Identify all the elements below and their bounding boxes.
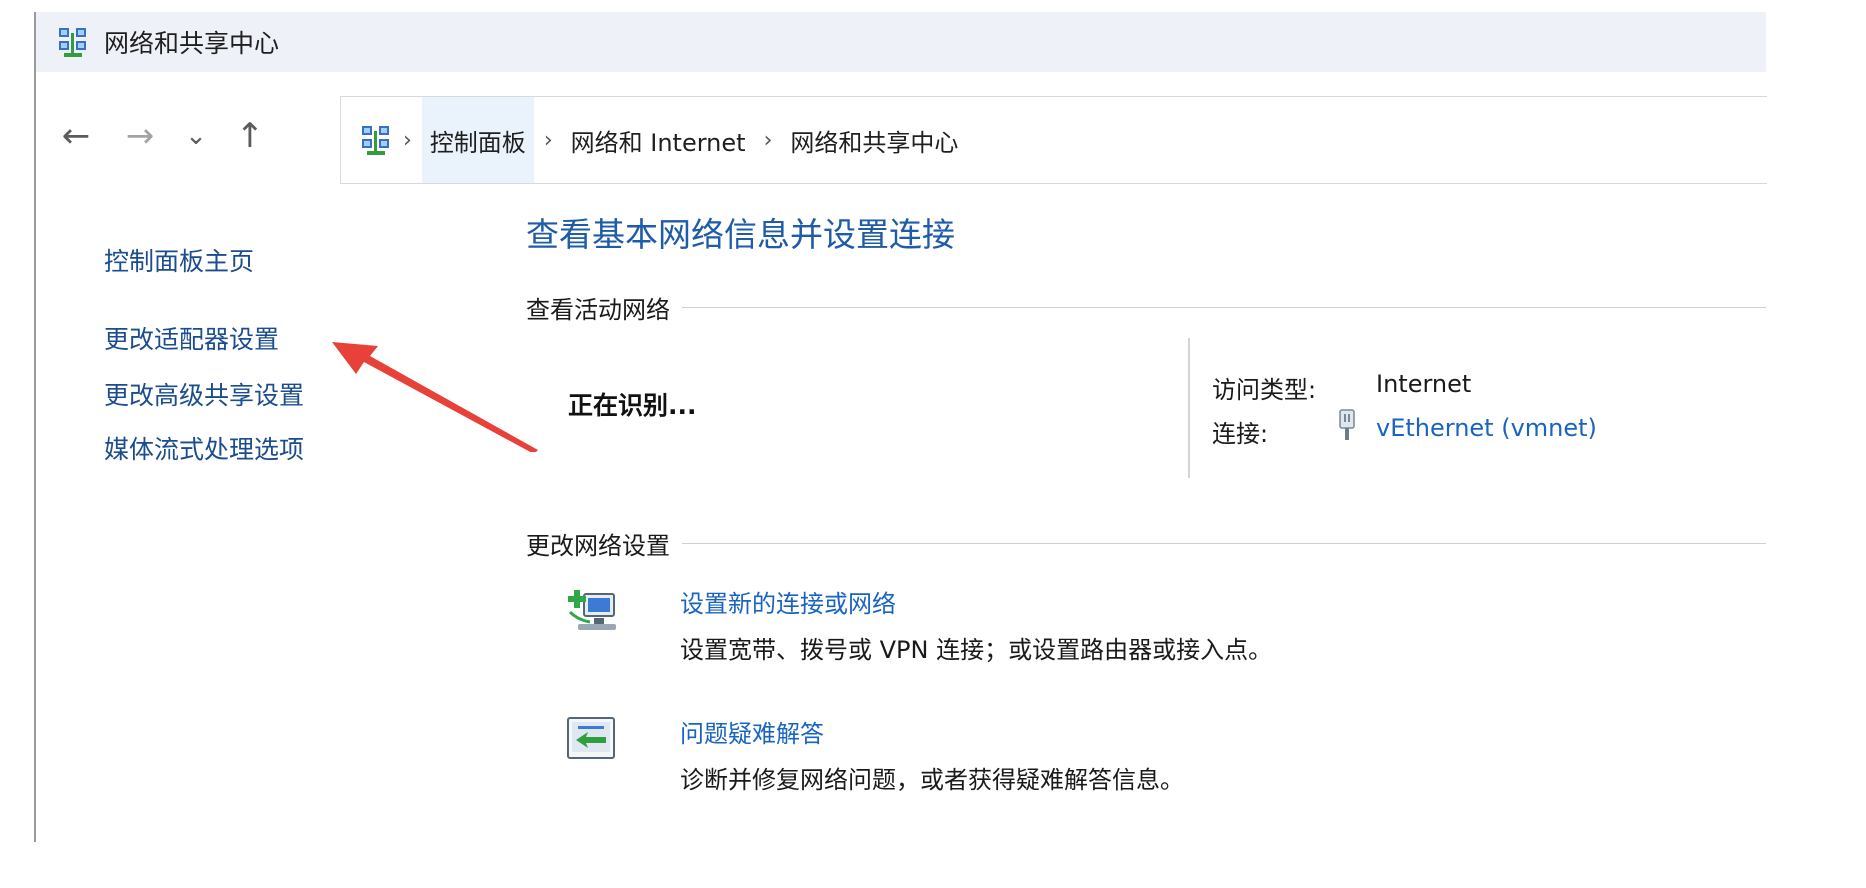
- connection-label: 连接:: [1212, 420, 1269, 448]
- breadcrumb-network-internet[interactable]: 网络和 Internet: [563, 97, 754, 183]
- recent-locations-button[interactable]: ⌄: [166, 106, 226, 166]
- setup-new-connection-link[interactable]: 设置新的连接或网络: [680, 584, 896, 619]
- sidebar-item-control-panel-home[interactable]: 控制面板主页: [104, 242, 254, 278]
- active-network-panel: 正在识别... 访问类型: Internet 连接: vEthernet (vm…: [526, 338, 1766, 478]
- breadcrumb-separator[interactable]: ›: [764, 128, 773, 153]
- navigation-bar: ← → ⌄ ↑ › 控制面板 › 网络和 Internet › 网络和共享中心: [36, 96, 1767, 184]
- setup-new-connection-description: 设置宽带、拨号或 VPN 连接；或设置路由器或接入点。: [680, 636, 1273, 664]
- address-bar[interactable]: › 控制面板 › 网络和 Internet › 网络和共享中心: [340, 96, 1767, 184]
- active-networks-heading: 查看活动网络: [526, 290, 1766, 325]
- back-button[interactable]: ←: [46, 106, 106, 166]
- breadcrumb-separator[interactable]: ›: [403, 128, 412, 153]
- breadcrumb-control-panel[interactable]: 控制面板: [421, 97, 534, 183]
- page-title: 查看基本网络信息并设置连接: [526, 215, 955, 254]
- title-bar: 网络和共享中心: [36, 12, 1766, 72]
- up-button[interactable]: ↑: [220, 106, 280, 166]
- breadcrumb-separator[interactable]: ›: [544, 128, 553, 153]
- arrow-up-icon: ↑: [235, 116, 265, 156]
- sidebar-item-change-adapter-settings[interactable]: 更改适配器设置: [104, 320, 279, 356]
- section-divider: [682, 307, 1766, 308]
- new-connection-icon: [568, 590, 616, 630]
- access-type-label: 访问类型:: [1212, 376, 1317, 404]
- chevron-down-icon: ⌄: [185, 121, 207, 151]
- annotation-arrow-icon: [332, 342, 538, 452]
- forward-button[interactable]: →: [110, 106, 170, 166]
- troubleshoot-description: 诊断并修复网络问题，或者获得疑难解答信息。: [680, 766, 1184, 794]
- section-divider: [682, 543, 1766, 544]
- vertical-divider: [1188, 338, 1190, 478]
- access-type-value: Internet: [1376, 370, 1472, 398]
- arrow-left-icon: ←: [61, 116, 91, 156]
- network-status: 正在识别...: [568, 391, 697, 420]
- arrow-right-icon: →: [125, 116, 155, 156]
- network-sharing-center-icon: [59, 28, 86, 57]
- sidebar-item-media-streaming-options[interactable]: 媒体流式处理选项: [104, 430, 304, 466]
- connection-link[interactable]: vEthernet (vmnet): [1376, 414, 1597, 442]
- network-sharing-center-window: 网络和共享中心 ← → ⌄ ↑ › 控制面板 › 网络和 Internet › …: [34, 12, 1767, 842]
- breadcrumb-network-sharing-center[interactable]: 网络和共享中心: [782, 97, 966, 183]
- window-title: 网络和共享中心: [104, 29, 280, 58]
- ethernet-plug-icon: [1339, 409, 1355, 440]
- network-sharing-center-icon: [362, 126, 389, 155]
- task-troubleshoot: 问题疑难解答 诊断并修复网络问题，或者获得疑难解答信息。: [526, 712, 1766, 802]
- change-network-settings-heading: 更改网络设置: [526, 526, 1766, 561]
- troubleshoot-icon: [567, 717, 615, 759]
- sidebar-item-advanced-sharing-settings[interactable]: 更改高级共享设置: [104, 376, 304, 412]
- troubleshoot-link[interactable]: 问题疑难解答: [680, 714, 824, 749]
- task-new-connection: 设置新的连接或网络 设置宽带、拨号或 VPN 连接；或设置路由器或接入点。: [526, 582, 1766, 672]
